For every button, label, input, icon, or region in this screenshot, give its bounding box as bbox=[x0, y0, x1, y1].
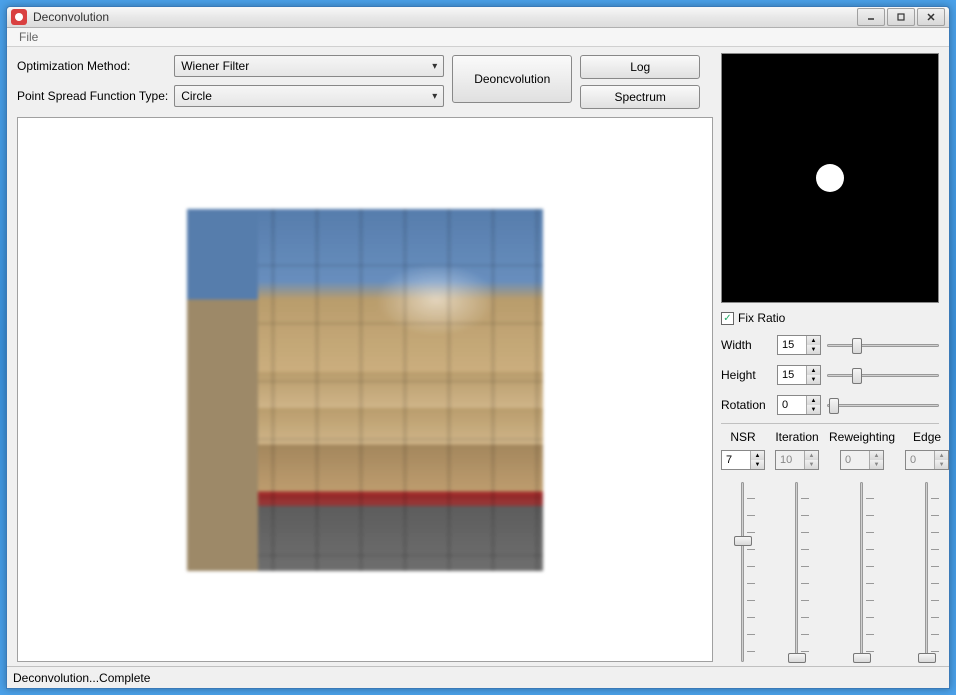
rotation-slider[interactable] bbox=[827, 395, 939, 415]
nsr-spinner[interactable]: 7 ▲▼ bbox=[721, 450, 765, 470]
width-spinner[interactable]: 15 ▲▼ bbox=[777, 335, 821, 355]
rotation-spinner[interactable]: 0 ▲▼ bbox=[777, 395, 821, 415]
edge-up-icon: ▲ bbox=[935, 451, 948, 460]
maximize-button[interactable] bbox=[887, 8, 915, 26]
reweighting-spinner: 0 ▲▼ bbox=[840, 450, 884, 470]
nsr-slider[interactable] bbox=[721, 482, 765, 662]
width-slider[interactable] bbox=[827, 335, 939, 355]
fix-ratio-label: Fix Ratio bbox=[738, 311, 785, 325]
iteration-value: 10 bbox=[776, 451, 804, 469]
iteration-up-icon: ▲ bbox=[805, 451, 818, 460]
reweighting-label: Reweighting bbox=[829, 430, 895, 444]
iteration-slider bbox=[775, 482, 819, 662]
rotation-value: 0 bbox=[778, 396, 806, 414]
width-up-icon[interactable]: ▲ bbox=[807, 336, 820, 345]
nsr-down-icon[interactable]: ▼ bbox=[751, 460, 764, 469]
image-panel bbox=[17, 117, 713, 662]
height-down-icon[interactable]: ▼ bbox=[807, 375, 820, 384]
status-text: Deconvolution...Complete bbox=[13, 671, 150, 685]
iteration-spinner: 10 ▲▼ bbox=[775, 450, 819, 470]
reweighting-down-icon: ▼ bbox=[870, 460, 883, 469]
psf-type-select[interactable]: Circle bbox=[174, 85, 444, 107]
height-label: Height bbox=[721, 368, 771, 382]
nsr-up-icon[interactable]: ▲ bbox=[751, 451, 764, 460]
height-slider[interactable] bbox=[827, 365, 939, 385]
rotation-label: Rotation bbox=[721, 398, 771, 412]
iteration-down-icon: ▼ bbox=[805, 460, 818, 469]
right-panel: ✓ Fix Ratio Width 15 ▲▼ Height bbox=[721, 117, 939, 662]
nsr-value: 7 bbox=[722, 451, 750, 469]
minimize-button[interactable] bbox=[857, 8, 885, 26]
edge-down-icon: ▼ bbox=[935, 460, 948, 469]
reweighting-up-icon: ▲ bbox=[870, 451, 883, 460]
result-image bbox=[187, 209, 543, 571]
psf-type-label: Point Spread Function Type: bbox=[17, 89, 168, 103]
titlebar[interactable]: Deconvolution bbox=[7, 7, 949, 28]
menu-file[interactable]: File bbox=[13, 28, 44, 46]
edge-spinner: 0 ▲▼ bbox=[905, 450, 949, 470]
opt-method-value: Wiener Filter bbox=[181, 59, 249, 73]
close-button[interactable] bbox=[917, 8, 945, 26]
psf-type-value: Circle bbox=[181, 89, 212, 103]
edge-value: 0 bbox=[906, 451, 934, 469]
deconvolution-button[interactable]: Deoncvolution bbox=[452, 55, 572, 103]
psf-kernel-dot bbox=[816, 164, 844, 192]
nsr-label: NSR bbox=[721, 430, 765, 444]
height-spinner[interactable]: 15 ▲▼ bbox=[777, 365, 821, 385]
rotation-up-icon[interactable]: ▲ bbox=[807, 396, 820, 405]
width-value: 15 bbox=[778, 336, 806, 354]
opt-method-label: Optimization Method: bbox=[17, 59, 168, 73]
reweighting-value: 0 bbox=[841, 451, 869, 469]
width-down-icon[interactable]: ▼ bbox=[807, 345, 820, 354]
menubar: File bbox=[7, 28, 949, 47]
edge-slider bbox=[905, 482, 949, 662]
log-button[interactable]: Log bbox=[580, 55, 700, 79]
height-up-icon[interactable]: ▲ bbox=[807, 366, 820, 375]
reweighting-slider bbox=[829, 482, 895, 662]
width-label: Width bbox=[721, 338, 771, 352]
opt-method-select[interactable]: Wiener Filter bbox=[174, 55, 444, 77]
spectrum-button[interactable]: Spectrum bbox=[580, 85, 700, 109]
height-value: 15 bbox=[778, 366, 806, 384]
app-window: Deconvolution File Optimization Method: … bbox=[6, 6, 950, 689]
rotation-down-icon[interactable]: ▼ bbox=[807, 405, 820, 414]
app-icon bbox=[11, 9, 27, 25]
statusbar: Deconvolution...Complete bbox=[7, 666, 949, 688]
window-title: Deconvolution bbox=[33, 10, 857, 24]
iteration-label: Iteration bbox=[775, 430, 819, 444]
client-area: Optimization Method: Wiener Filter Point… bbox=[7, 47, 949, 688]
edge-label: Edge bbox=[905, 430, 949, 444]
fix-ratio-checkbox[interactable]: ✓ bbox=[721, 312, 734, 325]
psf-preview bbox=[721, 53, 939, 303]
